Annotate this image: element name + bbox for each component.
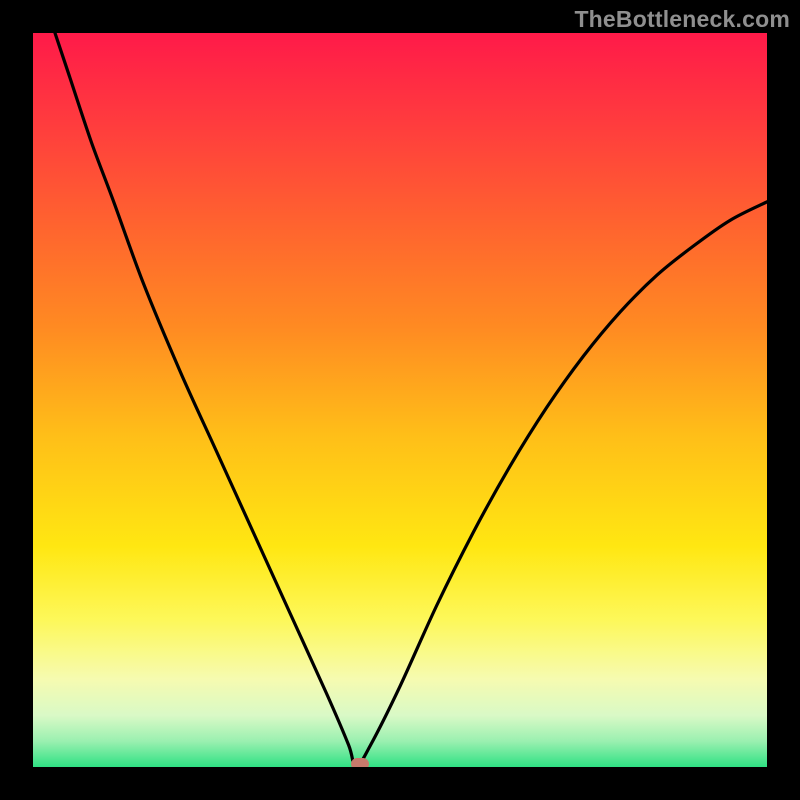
chart-frame: { "watermark": "TheBottleneck.com", "col… <box>0 0 800 800</box>
minimum-marker <box>351 758 369 767</box>
watermark-text: TheBottleneck.com <box>574 6 790 33</box>
plot-area <box>33 33 767 767</box>
bottleneck-curve-chart <box>33 33 767 767</box>
gradient-background <box>33 33 767 767</box>
